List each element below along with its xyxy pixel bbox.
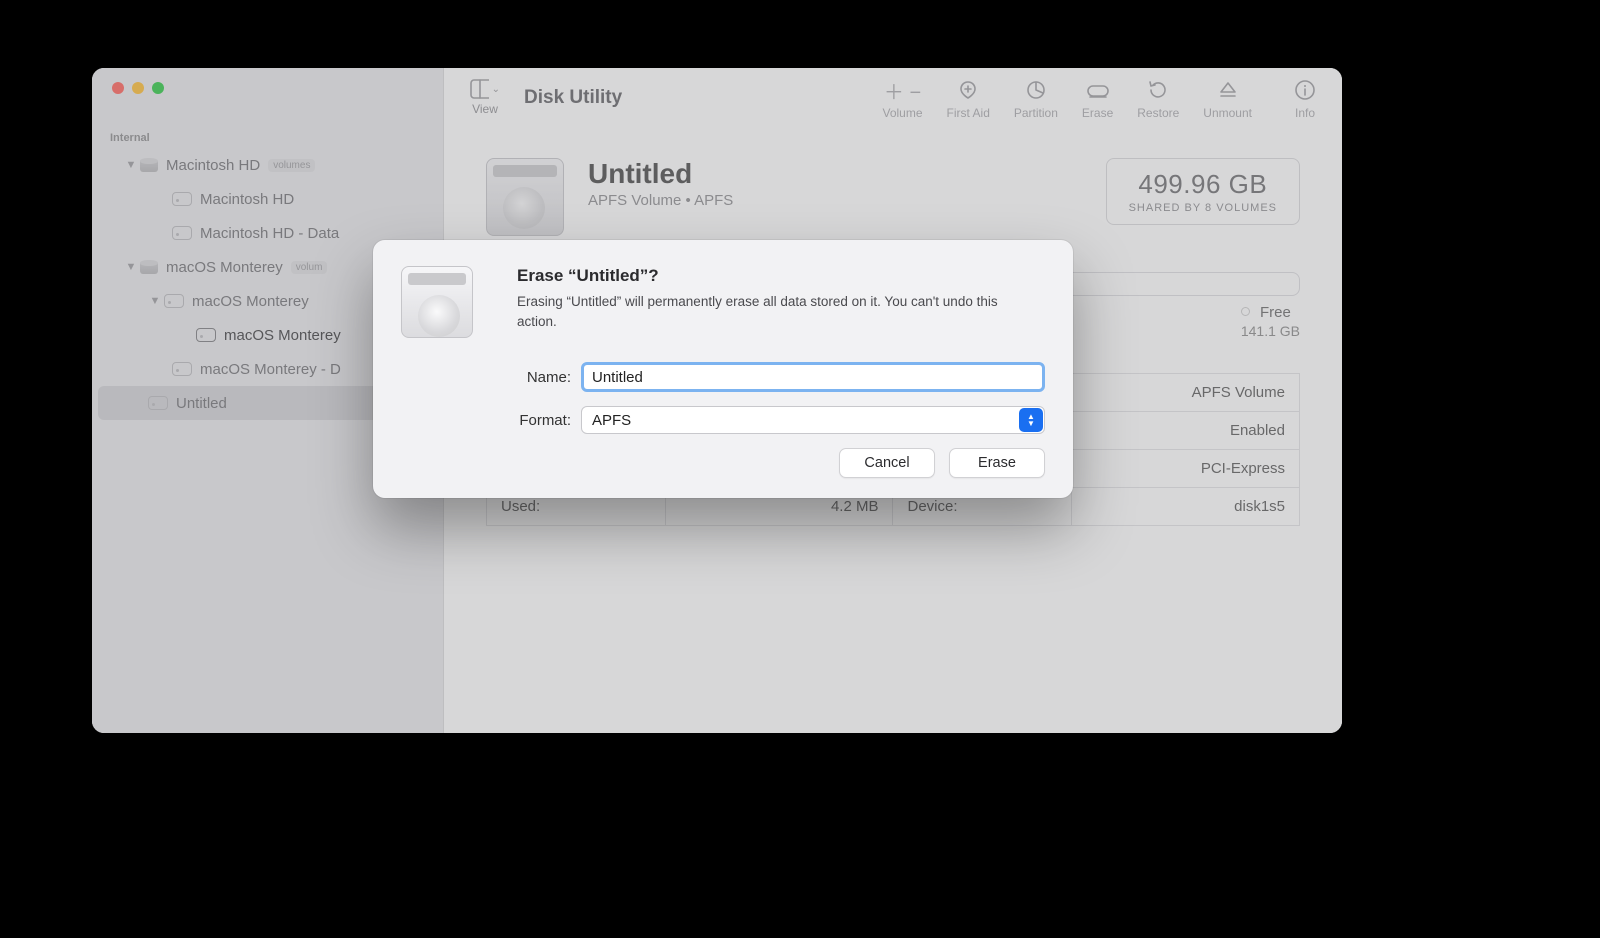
sidebar-item-label: macOS Monterey <box>192 293 309 310</box>
capacity-caption: SHARED BY 8 VOLUMES <box>1129 202 1277 214</box>
close-window-button[interactable] <box>112 82 124 94</box>
capacity-value: 499.96 GB <box>1129 169 1277 200</box>
sidebar-toggle-icon: ⌄ <box>470 78 500 100</box>
erase-confirm-button[interactable]: Erase <box>949 448 1045 478</box>
volume-button[interactable]: ＋ − Volume <box>883 78 923 120</box>
volumes-badge: volumes <box>268 159 315 172</box>
first-aid-button[interactable]: First Aid <box>947 78 990 120</box>
restore-button[interactable]: Restore <box>1137 78 1179 120</box>
format-label: Format: <box>401 412 581 429</box>
dialog-title: Erase “Untitled”? <box>517 266 1037 286</box>
volume-icon <box>172 226 192 240</box>
erase-button[interactable]: Erase <box>1082 78 1113 120</box>
sidebar-item-label: macOS Monterey <box>166 259 283 276</box>
info-connection-value: PCI-Express <box>1072 450 1300 488</box>
container-icon <box>140 260 158 274</box>
chevron-down-icon: ▼ <box>148 295 162 307</box>
window-title: Disk Utility <box>524 87 622 109</box>
volume-icon <box>148 396 168 410</box>
view-button[interactable]: ⌄ View <box>470 78 500 116</box>
format-select[interactable]: APFS <box>581 406 1045 434</box>
legend-swatch-free <box>1241 307 1250 316</box>
dialog-body: Erasing “Untitled” will permanently eras… <box>517 292 1037 331</box>
partition-button[interactable]: Partition <box>1014 78 1058 120</box>
volume-icon <box>196 328 216 342</box>
updown-stepper-icon: ▲▼ <box>1019 408 1043 432</box>
zoom-window-button[interactable] <box>152 82 164 94</box>
plus-minus-icon: ＋ − <box>884 78 921 102</box>
volumes-badge: volum <box>291 261 328 274</box>
sidebar-item-macintosh-hd[interactable]: ▼ Macintosh HD volumes <box>92 148 443 182</box>
minimize-window-button[interactable] <box>132 82 144 94</box>
chevron-down-icon: ▼ <box>124 159 138 171</box>
cancel-button[interactable]: Cancel <box>839 448 935 478</box>
volume-large-icon <box>486 158 564 236</box>
dialog-disk-icon <box>401 266 473 338</box>
partition-icon <box>1025 78 1047 102</box>
chevron-down-icon: ▼ <box>124 261 138 273</box>
first-aid-icon <box>957 78 979 102</box>
sidebar-item-label: Macintosh HD - Data <box>200 225 339 242</box>
volume-icon <box>172 192 192 206</box>
container-icon <box>140 158 158 172</box>
legend-free-value: 141.1 GB <box>1241 323 1300 339</box>
erase-icon <box>1086 78 1110 102</box>
erase-dialog: Erase “Untitled”? Erasing “Untitled” wil… <box>373 240 1073 498</box>
sidebar-section-internal: Internal <box>92 108 443 148</box>
toolbar: ⌄ View Disk Utility ＋ − Volume First Aid <box>444 68 1342 134</box>
volume-name: Untitled <box>588 158 733 190</box>
window-controls <box>92 68 443 108</box>
sidebar-item-label: macOS Monterey - D <box>200 361 341 378</box>
info-device-value: disk1s5 <box>1072 488 1300 526</box>
sidebar-item-label: Macintosh HD <box>200 191 294 208</box>
format-select-value: APFS <box>592 412 631 429</box>
name-input[interactable] <box>581 362 1045 392</box>
toolbar-actions: ＋ − Volume First Aid Partition <box>883 78 1317 120</box>
info-type: APFS Volume <box>1072 374 1300 412</box>
unmount-button[interactable]: Unmount <box>1203 78 1252 120</box>
info-button[interactable]: Info <box>1294 78 1316 120</box>
sidebar-item-label: macOS Monterey <box>224 327 341 344</box>
capacity-box: 499.96 GB SHARED BY 8 VOLUMES <box>1106 158 1300 225</box>
volume-subtitle: APFS Volume • APFS <box>588 192 733 209</box>
eject-icon <box>1218 78 1238 102</box>
name-label: Name: <box>401 369 581 386</box>
restore-icon <box>1147 78 1169 102</box>
volume-icon <box>172 362 192 376</box>
legend-free-label: Free <box>1260 304 1291 321</box>
info-owners: Enabled <box>1072 412 1300 450</box>
volume-icon <box>164 294 184 308</box>
toolbar-label: View <box>472 102 498 116</box>
sidebar-item-label: Macintosh HD <box>166 157 260 174</box>
sidebar-item-macintosh-hd-volume[interactable]: Macintosh HD <box>92 182 443 216</box>
info-icon <box>1294 78 1316 102</box>
sidebar-item-label: Untitled <box>176 395 227 412</box>
volume-header: Untitled APFS Volume • APFS 499.96 GB SH… <box>486 158 1300 236</box>
